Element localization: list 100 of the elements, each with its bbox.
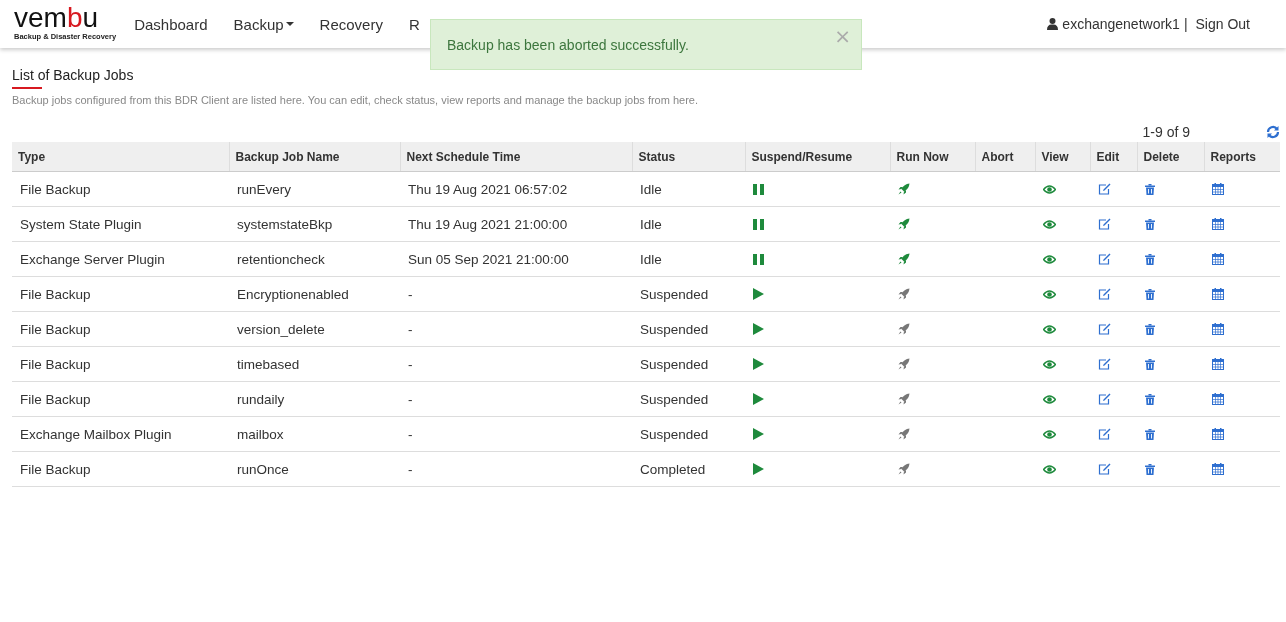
nav-link[interactable]: Dashboard xyxy=(121,15,221,33)
nav-link[interactable]: R xyxy=(395,15,433,33)
table-cell: Exchange Mailbox Plugin xyxy=(12,416,229,452)
rocket-icon[interactable] xyxy=(898,218,910,230)
calendar-icon[interactable] xyxy=(1212,428,1224,440)
play-icon[interactable] xyxy=(753,358,764,370)
table-cell: Sun 05 Sep 2021 21:00:00 xyxy=(400,241,632,277)
table-cell: Thu 19 Aug 2021 06:57:02 xyxy=(400,171,632,207)
edit-icon[interactable] xyxy=(1098,288,1111,300)
calendar-icon[interactable] xyxy=(1212,358,1224,370)
table-cell: File Backup xyxy=(12,311,229,347)
title-underline xyxy=(12,87,42,89)
trash-icon[interactable] xyxy=(1145,323,1155,335)
user-icon xyxy=(1047,18,1059,30)
table-cell: - xyxy=(400,451,632,487)
table-cell: File Backup xyxy=(12,346,229,382)
calendar-icon[interactable] xyxy=(1212,253,1224,265)
calendar-icon[interactable] xyxy=(1212,288,1224,300)
alert-message: Backup has been aborted successfully. xyxy=(447,36,689,53)
play-icon[interactable] xyxy=(753,323,764,335)
pagination-text: 1-9 of 9 xyxy=(1142,124,1190,140)
section-title: List of Backup Jobs xyxy=(12,67,134,83)
calendar-icon[interactable] xyxy=(1212,183,1224,195)
eye-icon[interactable] xyxy=(1043,324,1056,334)
table-cell: Idle xyxy=(632,171,745,207)
play-icon[interactable] xyxy=(753,463,764,475)
table-cell: timebased xyxy=(229,346,400,382)
caret-icon xyxy=(285,22,294,26)
sign-out-link[interactable]: Sign Out xyxy=(1195,16,1250,32)
trash-icon[interactable] xyxy=(1145,253,1155,265)
table-cell: version_delete xyxy=(229,311,400,347)
edit-icon[interactable] xyxy=(1098,463,1111,475)
edit-icon[interactable] xyxy=(1098,393,1111,405)
eye-icon[interactable] xyxy=(1043,429,1056,439)
table-cell: - xyxy=(400,416,632,452)
trash-icon[interactable] xyxy=(1145,183,1155,195)
play-icon[interactable] xyxy=(753,288,764,300)
user-name: exchangenetwork1 xyxy=(1062,16,1180,32)
calendar-icon[interactable] xyxy=(1212,463,1224,475)
eye-icon[interactable] xyxy=(1043,394,1056,404)
eye-icon[interactable] xyxy=(1043,464,1056,474)
trash-icon[interactable] xyxy=(1145,218,1155,230)
table-cell: Suspended xyxy=(632,346,745,382)
column-header: Suspend/Resume xyxy=(745,142,890,172)
trash-icon[interactable] xyxy=(1145,288,1155,300)
table-cell: runEvery xyxy=(229,171,400,207)
calendar-icon[interactable] xyxy=(1212,218,1224,230)
column-header: Backup Job Name xyxy=(229,142,400,172)
pause-icon[interactable] xyxy=(753,218,764,230)
refresh-icon[interactable] xyxy=(1266,125,1280,139)
table-cell: Suspended xyxy=(632,416,745,452)
nav-link[interactable]: Recovery xyxy=(306,15,396,33)
table-cell: systemstateBkp xyxy=(229,206,400,242)
eye-icon[interactable] xyxy=(1043,359,1056,369)
play-icon[interactable] xyxy=(753,393,764,405)
separator-text: | xyxy=(1183,16,1188,32)
edit-icon[interactable] xyxy=(1098,358,1111,370)
eye-icon[interactable] xyxy=(1043,219,1056,229)
table-cell: Completed xyxy=(632,451,745,487)
table-cell: Thu 19 Aug 2021 21:00:00 xyxy=(400,206,632,242)
play-icon[interactable] xyxy=(753,428,764,440)
calendar-icon[interactable] xyxy=(1212,323,1224,335)
table-cell: File Backup xyxy=(12,276,229,312)
edit-icon[interactable] xyxy=(1098,428,1111,440)
logo-wordmark: vembu xyxy=(14,3,99,32)
column-header: Reports xyxy=(1204,142,1280,172)
eye-icon[interactable] xyxy=(1043,289,1056,299)
edit-icon[interactable] xyxy=(1098,323,1111,335)
table-cell: Encryptionenabled xyxy=(229,276,400,312)
table-cell: - xyxy=(400,346,632,382)
table-cell: File Backup xyxy=(12,451,229,487)
trash-icon[interactable] xyxy=(1145,358,1155,370)
rocket-icon[interactable] xyxy=(898,253,910,265)
table-cell: Idle xyxy=(632,206,745,242)
pause-icon[interactable] xyxy=(753,253,764,265)
table-cell: - xyxy=(400,311,632,347)
calendar-icon[interactable] xyxy=(1212,393,1224,405)
column-header: View xyxy=(1035,142,1090,172)
column-header: Delete xyxy=(1137,142,1204,172)
edit-icon[interactable] xyxy=(1098,218,1111,230)
trash-icon[interactable] xyxy=(1145,428,1155,440)
trash-icon[interactable] xyxy=(1145,463,1155,475)
eye-icon[interactable] xyxy=(1043,254,1056,264)
table-cell: - xyxy=(400,276,632,312)
edit-icon[interactable] xyxy=(1098,183,1111,195)
table-cell: rundaily xyxy=(229,381,400,417)
trash-icon[interactable] xyxy=(1145,393,1155,405)
pause-icon[interactable] xyxy=(753,183,764,195)
table-cell: Idle xyxy=(632,241,745,277)
edit-icon[interactable] xyxy=(1098,253,1111,265)
table-cell: Exchange Server Plugin xyxy=(12,241,229,277)
column-header: Type xyxy=(12,142,229,172)
nav-link[interactable]: Backup xyxy=(220,15,307,33)
eye-icon[interactable] xyxy=(1043,184,1056,194)
rocket-icon[interactable] xyxy=(898,183,910,195)
table-cell: System State Plugin xyxy=(12,206,229,242)
table-cell: Suspended xyxy=(632,311,745,347)
table-cell: Suspended xyxy=(632,381,745,417)
column-header: Edit xyxy=(1090,142,1137,172)
section-description: Backup jobs configured from this BDR Client are listed here. You can edit, check status, view reports and manage the backup jobs from here. xyxy=(12,94,700,106)
